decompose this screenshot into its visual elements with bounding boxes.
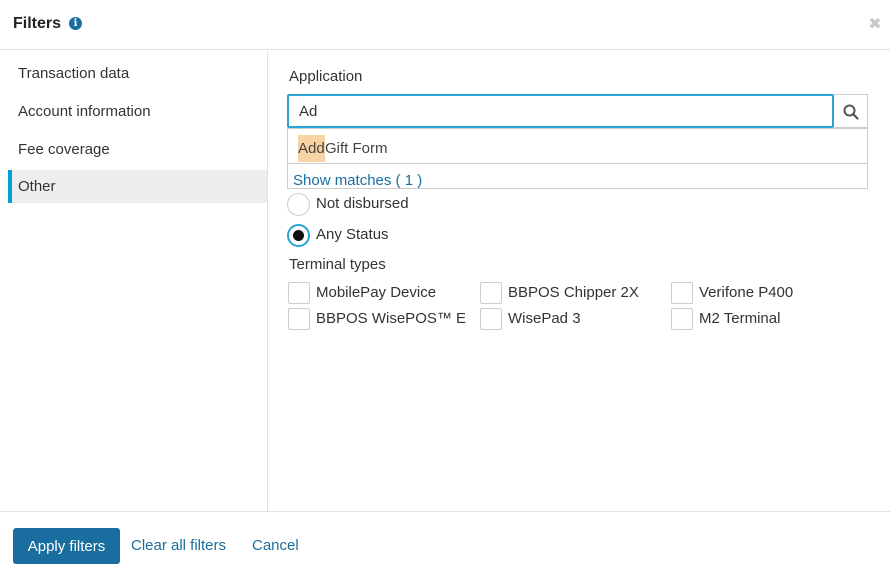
- apply-filters-button[interactable]: Apply filters: [13, 528, 120, 564]
- terminal-types-label: Terminal types: [289, 256, 386, 273]
- checkbox[interactable]: [480, 282, 502, 304]
- sidebar-item-account-information[interactable]: Account information: [8, 95, 267, 128]
- application-search: [287, 94, 868, 128]
- suggestion-text: Gift Form: [325, 140, 388, 157]
- cancel-link[interactable]: Cancel: [252, 537, 299, 554]
- radio-label: Any Status: [316, 226, 389, 243]
- radio-circle-checked[interactable]: [287, 224, 310, 247]
- checkbox[interactable]: [671, 308, 693, 330]
- checkbox[interactable]: [288, 282, 310, 304]
- checkbox-label: M2 Terminal: [699, 310, 781, 327]
- filter-category-sidebar: Transaction data Account information Fee…: [0, 51, 268, 511]
- checkbox-label: WisePad 3: [508, 310, 581, 327]
- sidebar-item-other[interactable]: Other: [8, 170, 267, 203]
- checkbox[interactable]: [288, 308, 310, 330]
- checkbox[interactable]: [671, 282, 693, 304]
- checkbox-label: BBPOS WisePOS™ E: [316, 310, 467, 327]
- search-button[interactable]: [834, 94, 868, 128]
- sidebar-item-fee-coverage[interactable]: Fee coverage: [8, 133, 267, 166]
- checkbox-label: BBPOS Chipper 2X: [508, 284, 639, 301]
- search-icon: [843, 104, 859, 120]
- modal-footer: Apply filters Clear all filters Cancel: [0, 511, 890, 578]
- suggestion-add-gift-form[interactable]: Add Gift Form: [288, 129, 867, 164]
- clear-all-filters-link[interactable]: Clear all filters: [131, 537, 226, 554]
- info-icon[interactable]: i: [69, 17, 82, 30]
- radio-circle[interactable]: [287, 193, 310, 216]
- modal-header: Filters i ✖: [0, 0, 890, 50]
- sidebar-item-transaction-data[interactable]: Transaction data: [8, 57, 267, 90]
- application-search-input[interactable]: [287, 94, 834, 128]
- close-icon[interactable]: ✖: [868, 16, 882, 34]
- checkbox-label: Verifone P400: [699, 284, 794, 301]
- show-matches-link[interactable]: Show matches ( 1 ): [293, 172, 422, 190]
- match-highlight: Add: [298, 135, 325, 162]
- checkbox[interactable]: [480, 308, 502, 330]
- checkbox-label: MobilePay Device: [316, 284, 437, 301]
- radio-label: Not disbursed: [316, 195, 409, 212]
- application-suggestions: Add Gift Form Show matches ( 1 ): [287, 128, 868, 189]
- radio-dot: [293, 230, 304, 241]
- modal-title: Filters: [13, 15, 62, 32]
- application-label: Application: [289, 68, 363, 85]
